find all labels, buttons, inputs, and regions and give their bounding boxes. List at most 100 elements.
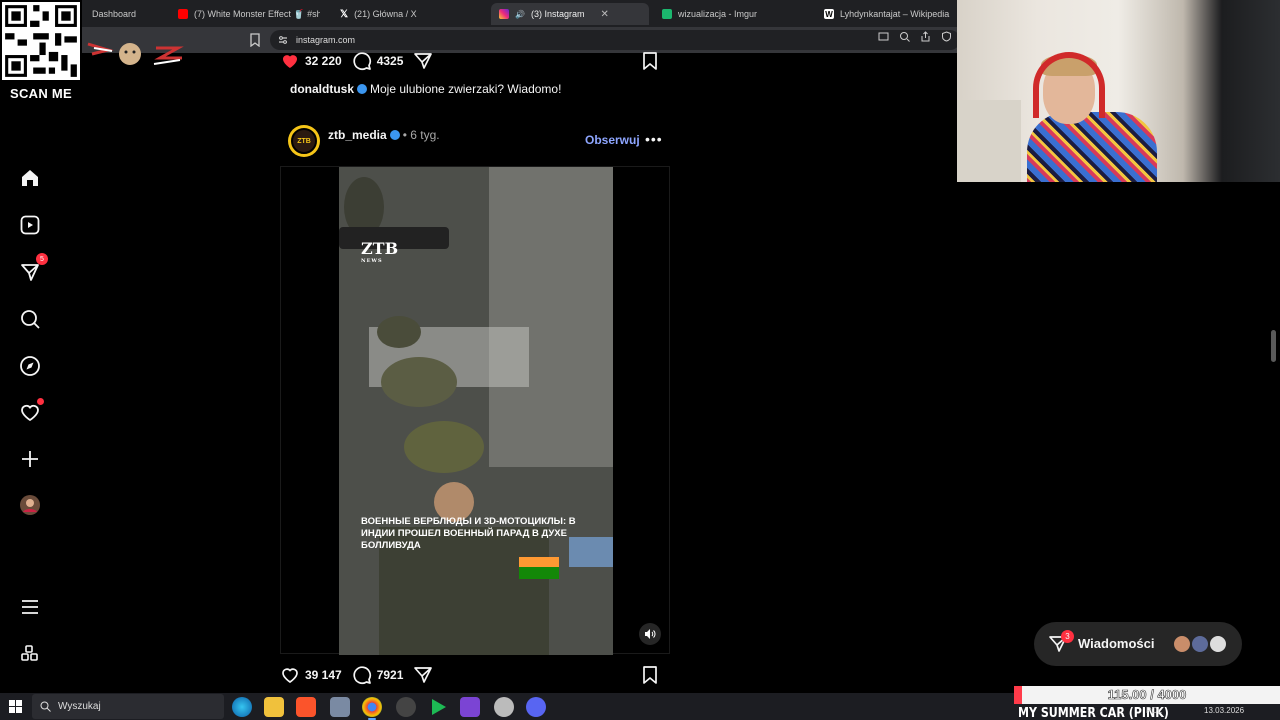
tab-instagram[interactable]: 🔊 (3) Instagram ✕	[491, 3, 649, 25]
obs-icon[interactable]	[396, 697, 416, 717]
verified-badge-icon	[357, 84, 368, 94]
tab-x[interactable]: 𝕏 (21) Główna / X	[332, 3, 482, 25]
comment-count[interactable]: 7921	[377, 668, 404, 682]
bookmark-page-icon[interactable]	[249, 33, 261, 47]
search-icon[interactable]	[19, 308, 41, 330]
tab-dashboard[interactable]: Dashboard	[84, 3, 172, 25]
tab-wikipedia[interactable]: W Lyhdynkantajat – Wikipedia	[816, 3, 956, 25]
app-icon[interactable]	[330, 697, 350, 717]
comment-icon[interactable]	[352, 51, 372, 71]
url-input[interactable]: instagram.com	[270, 30, 960, 50]
video-overlay-text: Военные верблюды и 3D-мотоциклы: в Индии…	[361, 516, 576, 551]
tab-title: Lyhdynkantajat – Wikipedia	[840, 9, 950, 19]
post-header: ZTB ztb_media • 6 tyg. Obserwuj •••	[288, 125, 663, 157]
post-media[interactable]: ZTB NEWS Военные верблюды и 3D-мотоциклы:…	[280, 166, 670, 655]
url-tools	[878, 31, 952, 42]
close-tab-icon[interactable]: ✕	[601, 9, 609, 20]
share-icon[interactable]	[920, 31, 931, 42]
video-player[interactable]: ZTB NEWS Военные верблюды и 3D-мотоциклы:…	[339, 167, 613, 655]
notification-dot	[37, 398, 44, 405]
prev-post-actions: 32 220 4325	[280, 50, 660, 72]
liked-heart-icon[interactable]	[280, 51, 300, 71]
save-icon[interactable]	[640, 665, 660, 685]
input-language[interactable]: POL	[1146, 706, 1162, 715]
tab-title: (7) White Monster Effect 🥤 #shor	[194, 8, 320, 19]
donation-goal-text: 115.00 / 4000	[1107, 687, 1187, 703]
page-scrollbar[interactable]	[1271, 330, 1276, 362]
x-logo-icon: 𝕏	[340, 8, 349, 20]
verified-badge-icon	[389, 130, 400, 140]
share-icon[interactable]	[413, 665, 433, 685]
comment-count[interactable]: 4325	[377, 54, 404, 68]
messages-label: Wiadomości	[1078, 636, 1155, 651]
post-avatar[interactable]: ZTB	[288, 125, 320, 157]
menu-icon[interactable]	[19, 596, 41, 618]
search-placeholder: Wyszukaj	[58, 701, 101, 712]
mute-button[interactable]	[639, 623, 661, 645]
profile-avatar[interactable]	[19, 494, 41, 516]
home-icon[interactable]	[19, 167, 41, 189]
overlay-doodle-image	[87, 42, 184, 65]
more-options-icon[interactable]: •••	[645, 131, 663, 147]
caption-text: Moje ulubione zwierzaki? Wiadomo!	[370, 82, 562, 96]
imgur-icon	[662, 9, 672, 19]
windows-start-icon[interactable]	[9, 700, 22, 713]
like-icon[interactable]	[280, 665, 300, 685]
messages-badge: 3	[1061, 630, 1074, 643]
follow-button[interactable]: Obserwuj	[585, 133, 640, 147]
donation-goal-bar: 115.00 / 4000	[1014, 686, 1280, 704]
play-icon[interactable]	[432, 699, 446, 715]
explore-icon[interactable]	[19, 355, 41, 377]
prev-post-caption: donaldtusk Moje ulubione zwierzaki? Wiado…	[290, 82, 561, 96]
tab-imgur[interactable]: wizualizacja - Imgur	[654, 3, 810, 25]
like-count[interactable]: 32 220	[305, 54, 342, 68]
cast-icon[interactable]	[878, 31, 889, 42]
direct-icon[interactable]: 5	[19, 253, 48, 283]
app-icon[interactable]	[494, 697, 514, 717]
post-username-row: ztb_media • 6 tyg.	[328, 128, 440, 142]
message-avatar	[1190, 634, 1210, 654]
webcam-person-shirt-image	[1027, 112, 1157, 182]
tab-title: (3) Instagram	[530, 9, 585, 19]
brave-icon[interactable]	[296, 697, 316, 717]
instagram-sidebar: 5	[0, 53, 60, 693]
comment-icon[interactable]	[352, 665, 372, 685]
webcam-chair-image	[957, 100, 1021, 182]
taskbar-date[interactable]: 13.03.2026	[1204, 706, 1244, 715]
create-icon[interactable]	[19, 448, 41, 470]
avatar-text: ZTB	[291, 128, 317, 154]
youtube-icon	[178, 9, 188, 19]
webcam-overlay	[957, 0, 1280, 182]
tab-title: Dashboard	[92, 9, 137, 19]
messages-button[interactable]: 3 Wiadomości	[1034, 622, 1242, 666]
ztb-watermark: ZTB NEWS	[361, 239, 399, 264]
more-apps-icon[interactable]	[19, 643, 41, 665]
tab-title: (21) Główna / X	[354, 9, 417, 19]
tab-youtube[interactable]: (7) White Monster Effect 🥤 #shor	[170, 3, 320, 25]
file-explorer-icon[interactable]	[264, 697, 284, 717]
message-avatar	[1172, 634, 1192, 654]
url-text: instagram.com	[296, 35, 356, 45]
webcam-headset-image	[1033, 52, 1105, 118]
search-icon	[40, 701, 51, 712]
chrome-icon[interactable]	[362, 697, 382, 720]
speaker-icon	[645, 629, 656, 639]
zoom-icon[interactable]	[899, 31, 910, 42]
share-icon[interactable]	[413, 51, 433, 71]
save-icon[interactable]	[640, 51, 660, 71]
like-count[interactable]: 39 147	[305, 668, 342, 682]
app-icon[interactable]	[460, 697, 480, 717]
edge-icon[interactable]	[232, 697, 252, 717]
post-username[interactable]: ztb_media	[328, 128, 387, 142]
speaker-icon: 🔊	[515, 9, 525, 19]
tab-title: wizualizacja - Imgur	[678, 9, 758, 19]
taskbar-search-input[interactable]: Wyszukaj	[32, 694, 224, 719]
instagram-icon	[499, 9, 509, 19]
reels-icon[interactable]	[19, 214, 41, 236]
site-info-icon[interactable]	[278, 35, 288, 45]
post-time[interactable]: • 6 tyg.	[403, 128, 440, 142]
discord-icon[interactable]	[526, 697, 546, 717]
brave-shield-icon[interactable]	[941, 31, 952, 42]
caption-username[interactable]: donaldtusk	[290, 82, 354, 96]
notifications-icon[interactable]	[19, 398, 44, 423]
